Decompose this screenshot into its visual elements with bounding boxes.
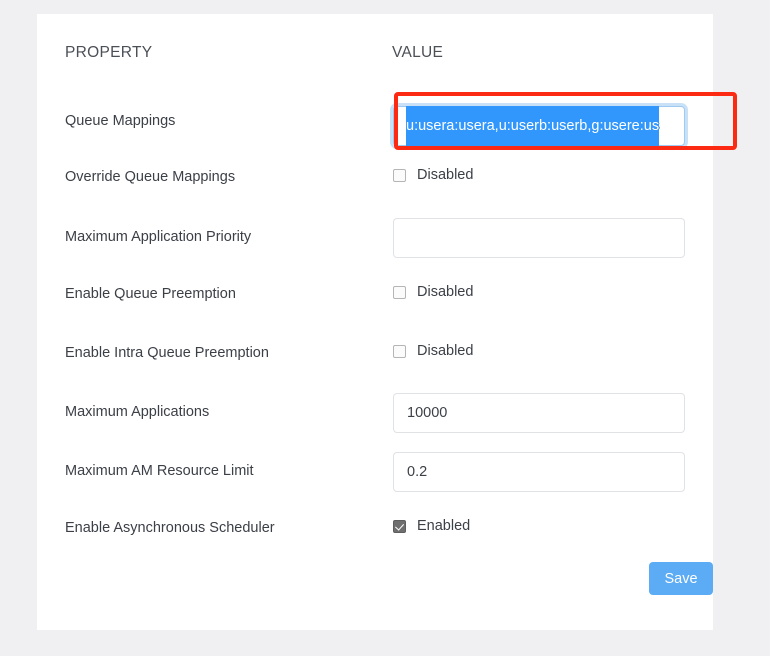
column-header-property: PROPERTY <box>65 44 153 61</box>
queue-mappings-input[interactable] <box>393 106 685 146</box>
table-row: Enable Queue Preemption Disabled <box>65 282 685 312</box>
override-queue-mappings-state: Disabled <box>417 167 474 183</box>
row-value-enable-intra-queue-preemption: Disabled <box>393 341 473 361</box>
row-label-maximum-application-priority: Maximum Application Priority <box>65 229 252 245</box>
table-row: Queue Mappings u:usera:usera,u:userb:use… <box>65 106 685 150</box>
checkbox-checked-icon[interactable] <box>393 519 406 533</box>
row-label-maximum-applications: Maximum Applications <box>65 404 210 420</box>
override-queue-mappings-toggle[interactable]: Disabled <box>393 165 473 185</box>
row-value-enable-asynchronous-scheduler: Enabled <box>393 516 470 536</box>
save-button[interactable]: Save <box>649 562 713 595</box>
row-value-queue-mappings: u:usera:usera,u:userb:userb,g:usere:us <box>393 106 685 146</box>
row-value-override-queue-mappings: Disabled <box>393 165 473 185</box>
table-row: Maximum Application Priority <box>65 218 685 262</box>
row-label-enable-asynchronous-scheduler: Enable Asynchronous Scheduler <box>65 520 275 536</box>
table-row: Maximum Applications <box>65 393 685 437</box>
settings-card: PROPERTY VALUE Queue Mappings u:usera:us… <box>37 14 737 630</box>
row-label-maximum-am-resource-limit: Maximum AM Resource Limit <box>65 463 254 479</box>
checkbox-unchecked-icon[interactable] <box>393 285 406 299</box>
table-row: Maximum AM Resource Limit <box>65 452 685 496</box>
row-label-enable-queue-preemption: Enable Queue Preemption <box>65 286 236 302</box>
queue-mappings-input-wrapper[interactable]: u:usera:usera,u:userb:userb,g:usere:us <box>393 106 685 146</box>
enable-queue-preemption-toggle[interactable]: Disabled <box>393 282 473 302</box>
maximum-am-resource-limit-input[interactable] <box>393 452 685 492</box>
checkbox-unchecked-icon[interactable] <box>393 168 406 182</box>
row-value-maximum-am-resource-limit <box>393 452 685 492</box>
table-row: Enable Asynchronous Scheduler Enabled <box>65 516 685 546</box>
row-value-maximum-application-priority <box>393 218 685 258</box>
table-row: Enable Intra Queue Preemption Disabled <box>65 341 685 371</box>
enable-asynchronous-scheduler-toggle[interactable]: Enabled <box>393 516 470 536</box>
row-value-maximum-applications <box>393 393 685 433</box>
table-row: Override Queue Mappings Disabled <box>65 165 685 195</box>
row-value-enable-queue-preemption: Disabled <box>393 282 473 302</box>
checkbox-unchecked-icon[interactable] <box>393 344 406 358</box>
enable-intra-queue-preemption-state: Disabled <box>417 343 474 359</box>
enable-intra-queue-preemption-toggle[interactable]: Disabled <box>393 341 473 361</box>
row-label-queue-mappings: Queue Mappings <box>65 113 176 129</box>
row-label-override-queue-mappings: Override Queue Mappings <box>65 169 236 185</box>
column-header-value: VALUE <box>392 44 444 61</box>
row-label-enable-intra-queue-preemption: Enable Intra Queue Preemption <box>65 345 269 361</box>
enable-queue-preemption-state: Disabled <box>417 284 474 300</box>
table-header: PROPERTY VALUE <box>65 44 685 72</box>
enable-asynchronous-scheduler-state: Enabled <box>417 518 471 534</box>
maximum-applications-input[interactable] <box>393 393 685 433</box>
maximum-application-priority-input[interactable] <box>393 218 685 258</box>
